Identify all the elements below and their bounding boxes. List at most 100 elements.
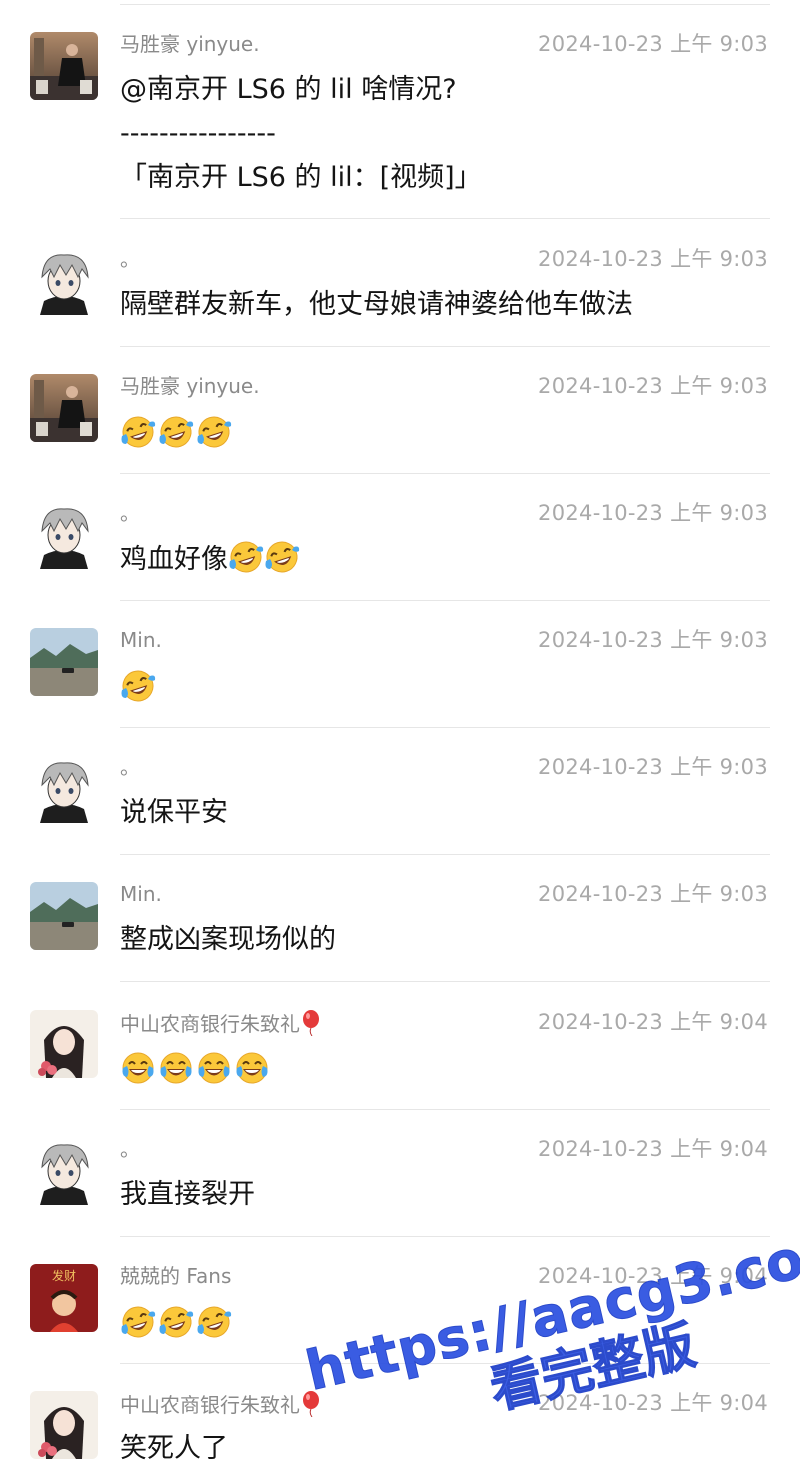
emoji-message[interactable] (120, 1050, 270, 1086)
message-text[interactable]: 笑死人了 (120, 1429, 228, 1473)
message-divider (120, 981, 770, 982)
message-timestamp: 2024-10-23 上午 9:03 (538, 247, 768, 271)
chat-history-list[interactable]: 马胜豪 yinyue. 2024-10-23 上午 9:03 @南京开 LS6 的 … (0, 0, 800, 1476)
tears-of-joy-emoji-icon (197, 1306, 232, 1338)
tears-of-joy-emoji-icon (121, 1306, 156, 1338)
message-divider (120, 727, 770, 728)
tears-of-joy-emoji-icon (198, 1052, 230, 1084)
message-divider (120, 473, 770, 474)
tears-of-joy-emoji-icon (121, 670, 156, 702)
person-sitting-avatar-image (30, 32, 98, 100)
message-timestamp: 2024-10-23 上午 9:03 (538, 32, 768, 56)
message-text-content: 隔壁群友新车，他丈母娘请神婆给他车做法 (120, 289, 633, 320)
sender-name[interactable]: 。 (120, 755, 140, 779)
sender-name[interactable]: 。 (120, 247, 140, 271)
avatar[interactable] (30, 247, 98, 315)
message-timestamp: 2024-10-23 上午 9:04 (538, 1137, 768, 1161)
message-timestamp: 2024-10-23 上午 9:04 (538, 1391, 768, 1415)
message-timestamp: 2024-10-23 上午 9:03 (538, 755, 768, 779)
message-timestamp: 2024-10-23 上午 9:04 (538, 1010, 768, 1034)
message-text-line: 整成凶案现场似的 (120, 920, 336, 964)
message-text-line: @南京开 LS6 的 lil 啥情况? (120, 70, 482, 114)
balloon-icon (303, 1010, 319, 1036)
emoji-message[interactable] (120, 668, 156, 704)
sender-name-text: 中山农商银行朱致礼 (120, 1393, 300, 1417)
tears-of-joy-emoji-icon (236, 1052, 268, 1084)
message-text[interactable]: @南京开 LS6 的 lil 啥情况? ---------------- 「南京开 … (120, 70, 482, 202)
avatar[interactable] (30, 1137, 98, 1205)
sender-name-text: 兢兢的 Fans (120, 1264, 232, 1288)
emoji-message[interactable] (120, 1304, 232, 1340)
message-divider (120, 346, 770, 347)
sender-name-text: 马胜豪 yinyue. (120, 374, 260, 398)
sender-name[interactable]: 。 (120, 1137, 140, 1161)
fortune-card-avatar-image: 发财 (30, 1264, 98, 1332)
tears-of-joy-emoji-icon (265, 541, 300, 573)
sender-name[interactable]: 马胜豪 yinyue. (120, 374, 260, 398)
anime-boy-avatar-image (30, 247, 98, 315)
message-divider (120, 1236, 770, 1237)
message-text-line: 笑死人了 (120, 1429, 228, 1473)
sender-name-text: 。 (120, 1137, 140, 1161)
message-text[interactable]: 整成凶案现场似的 (120, 920, 336, 964)
sender-name[interactable]: 兢兢的 Fans (120, 1264, 231, 1288)
sender-name-text: Min. (120, 628, 162, 652)
tears-of-joy-emoji-icon (121, 416, 156, 448)
sender-name-text: 。 (120, 247, 140, 271)
message-timestamp: 2024-10-23 上午 9:03 (538, 501, 768, 525)
sender-name-text: 马胜豪 yinyue. (120, 32, 260, 56)
message-text-content: @南京开 LS6 的 lil 啥情况? (120, 74, 457, 105)
sender-name-text: 。 (120, 501, 140, 525)
message-text-content: ---------------- (120, 118, 276, 149)
message-text[interactable]: 隔壁群友新车，他丈母娘请神婆给他车做法 (120, 285, 633, 329)
message-text-line: 说保平安 (120, 793, 228, 837)
anime-boy-avatar-image (30, 501, 98, 569)
top-divider (120, 4, 770, 5)
message-divider (120, 218, 770, 219)
avatar[interactable] (30, 374, 98, 442)
avatar[interactable] (30, 882, 98, 950)
message-timestamp: 2024-10-23 上午 9:04 (538, 1264, 768, 1288)
avatar[interactable]: 发财 (30, 1264, 98, 1332)
message-text-content: 鸡血好像 (120, 544, 228, 575)
balloon-icon (303, 1391, 319, 1417)
message-text[interactable]: 说保平安 (120, 793, 228, 837)
avatar[interactable] (30, 1010, 98, 1078)
landscape-avatar-image (30, 882, 98, 950)
emoji-message[interactable] (120, 414, 232, 450)
avatar[interactable] (30, 501, 98, 569)
avatar[interactable] (30, 1391, 98, 1459)
message-text-line: ---------------- (120, 114, 482, 158)
tears-of-joy-emoji-icon (122, 1052, 154, 1084)
sender-name[interactable]: 。 (120, 501, 140, 525)
message-divider (120, 600, 770, 601)
sender-name[interactable]: 马胜豪 yinyue. (120, 32, 260, 56)
message-text-line: 鸡血好像 (120, 539, 300, 583)
message-divider (120, 1109, 770, 1110)
landscape-avatar-image (30, 628, 98, 696)
message-text[interactable]: 鸡血好像 (120, 539, 300, 583)
message-text[interactable]: 我直接裂开 (120, 1175, 255, 1219)
message-timestamp: 2024-10-23 上午 9:03 (538, 628, 768, 652)
sender-name[interactable]: 中山农商银行朱致礼 (120, 1010, 321, 1036)
illustrated-girl-avatar-image (30, 1391, 98, 1459)
sender-name-text: 中山农商银行朱致礼 (120, 1012, 300, 1036)
tears-of-joy-emoji-icon (159, 1306, 194, 1338)
avatar[interactable] (30, 32, 98, 100)
message-timestamp: 2024-10-23 上午 9:03 (538, 882, 768, 906)
tears-of-joy-emoji-icon (159, 416, 194, 448)
sender-name[interactable]: Min. (120, 628, 162, 652)
avatar[interactable] (30, 755, 98, 823)
avatar[interactable] (30, 628, 98, 696)
message-timestamp: 2024-10-23 上午 9:03 (538, 374, 768, 398)
message-text-content: 整成凶案现场似的 (120, 924, 336, 955)
sender-name[interactable]: Min. (120, 882, 162, 906)
sender-name[interactable]: 中山农商银行朱致礼 (120, 1391, 321, 1417)
tears-of-joy-emoji-icon (197, 416, 232, 448)
anime-boy-avatar-image (30, 755, 98, 823)
message-text-content: 说保平安 (120, 797, 228, 828)
message-text-content: 我直接裂开 (120, 1179, 255, 1210)
tears-of-joy-emoji-icon (160, 1052, 192, 1084)
tears-of-joy-emoji-icon (229, 541, 264, 573)
illustrated-girl-avatar-image (30, 1010, 98, 1078)
